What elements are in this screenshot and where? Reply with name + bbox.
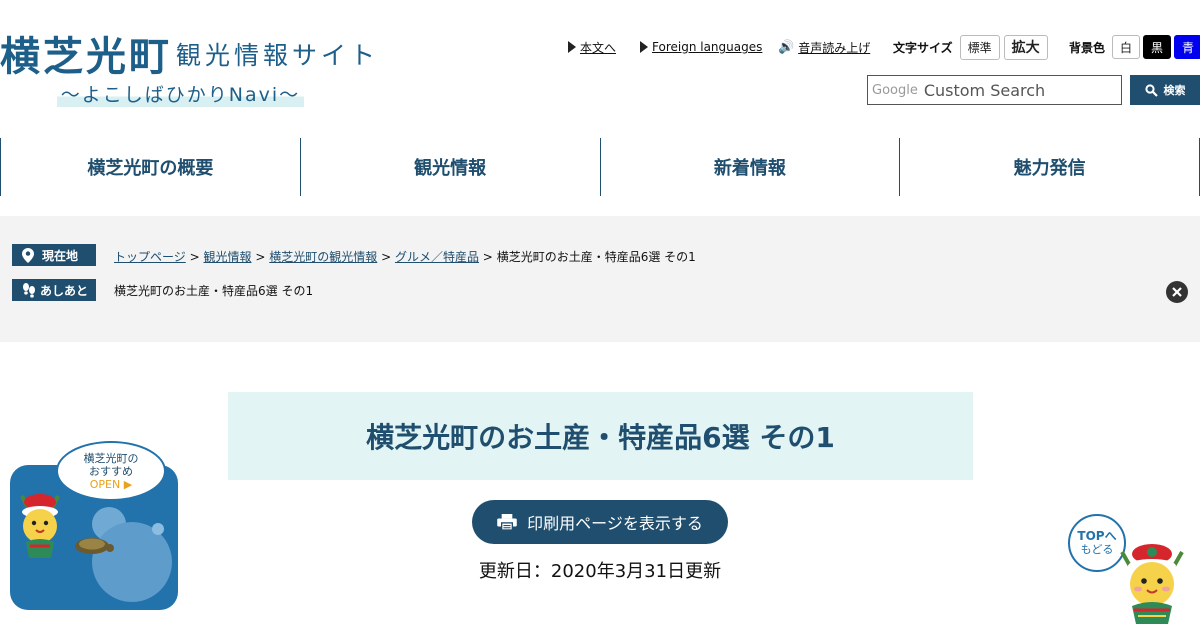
current-location-tag: 現在地 — [12, 244, 96, 266]
recommend-line2: おすすめ — [89, 464, 133, 478]
global-nav: 横芝光町の概要 観光情報 新着情報 魅力発信 — [0, 138, 1200, 196]
font-size-label: 文字サイズ — [893, 40, 953, 55]
breadcrumb: トップページ > 観光情報 > 横芝光町の観光情報 > グルメ／特産品 > 横芝… — [114, 248, 696, 265]
breadcrumb-separator: > — [482, 250, 493, 264]
breadcrumb-area — [0, 216, 1200, 342]
close-history-button[interactable] — [1166, 281, 1188, 303]
font-size-controls: 文字サイズ 標準 拡大 — [893, 34, 1048, 60]
history-tag: あしあと — [12, 279, 96, 301]
breadcrumb-link-gourmet[interactable]: グルメ／特産品 — [395, 250, 479, 264]
nav-item-appeal[interactable]: 魅力発信 — [899, 138, 1200, 196]
breadcrumb-separator: > — [381, 250, 392, 264]
history-list: 横芝光町のお土産・特産品6選 その1 — [114, 282, 313, 299]
skip-to-content-link[interactable]: 本文へ — [568, 34, 616, 60]
search-placeholder: Custom Search — [923, 80, 1046, 100]
breadcrumb-link-tourism[interactable]: 観光情報 — [203, 250, 251, 264]
speech-readout-link[interactable]: 🔊 音声読み上げ — [778, 34, 870, 60]
speaker-icon: 🔊 — [778, 39, 795, 55]
logo-navi-text: ～よこしばひかりNavi～ — [57, 80, 304, 107]
nav-item-news[interactable]: 新着情報 — [599, 138, 900, 196]
printer-icon — [497, 514, 517, 530]
print-page-button[interactable]: 印刷用ページを表示する — [472, 500, 728, 544]
nav-item-overview[interactable]: 横芝光町の概要 — [0, 138, 300, 196]
site-logo[interactable]: 横芝光町 観光情報サイト ～よこしばひかりNavi～ — [0, 24, 375, 114]
speech-readout-text[interactable]: 音声読み上げ — [798, 39, 870, 56]
logo-main-text: 横芝光町 — [0, 33, 172, 80]
foreign-languages-link[interactable]: Foreign languages — [640, 34, 762, 60]
foreign-languages-text[interactable]: Foreign languages — [652, 40, 762, 54]
breadcrumb-link-town-tourism[interactable]: 横芝光町の観光情報 — [269, 250, 377, 264]
decor-bubble — [152, 523, 164, 535]
background-color-controls: 背景色 白 黒 青 — [1069, 34, 1200, 60]
updated-date: 更新日：2020年3月31日更新 — [478, 561, 722, 582]
search-button[interactable]: 検索 — [1130, 75, 1200, 105]
search-icon — [1144, 83, 1158, 97]
back-to-top-line2: もどる — [1080, 543, 1114, 556]
current-location-label: 現在地 — [42, 248, 79, 263]
back-to-top-line1: TOPへ — [1077, 529, 1117, 543]
font-large-button[interactable]: 拡大 — [1003, 34, 1048, 60]
bg-blue-button[interactable]: 青 — [1174, 35, 1200, 59]
history-item[interactable]: 横芝光町のお土産・特産品6選 その1 — [114, 284, 313, 298]
footprints-icon — [23, 282, 35, 298]
bg-white-button[interactable]: 白 — [1112, 35, 1141, 59]
history-label: あしあと — [40, 283, 89, 298]
breadcrumb-current: 横芝光町のお土産・特産品6選 その1 — [496, 250, 696, 264]
mascot-icon — [1120, 544, 1184, 624]
page-title: 横芝光町のお土産・特産品6選 その1 — [228, 392, 973, 480]
recommend-line1: 横芝光町の — [83, 451, 139, 465]
logo-sub-text: 観光情報サイト — [176, 41, 380, 70]
search-button-label: 検索 — [1163, 84, 1186, 97]
map-pin-icon — [22, 247, 34, 263]
breadcrumb-separator: > — [189, 250, 200, 264]
nav-item-tourism[interactable]: 観光情報 — [299, 138, 600, 196]
bg-black-button[interactable]: 黒 — [1143, 35, 1172, 59]
skip-to-content-text[interactable]: 本文へ — [580, 39, 616, 56]
print-page-label: 印刷用ページを表示する — [527, 514, 703, 533]
breadcrumb-link-top[interactable]: トップページ — [114, 250, 186, 264]
breadcrumb-separator: > — [255, 250, 266, 264]
mascot-turtle-icon — [20, 494, 114, 558]
triangle-right-icon — [568, 41, 576, 53]
font-standard-button[interactable]: 標準 — [959, 34, 1000, 60]
search-input[interactable]: Google Custom Search — [867, 75, 1122, 105]
google-brand-text: Google — [872, 82, 918, 98]
triangle-right-icon — [640, 41, 648, 53]
bg-color-label: 背景色 — [1069, 40, 1106, 55]
close-icon — [1172, 287, 1182, 297]
